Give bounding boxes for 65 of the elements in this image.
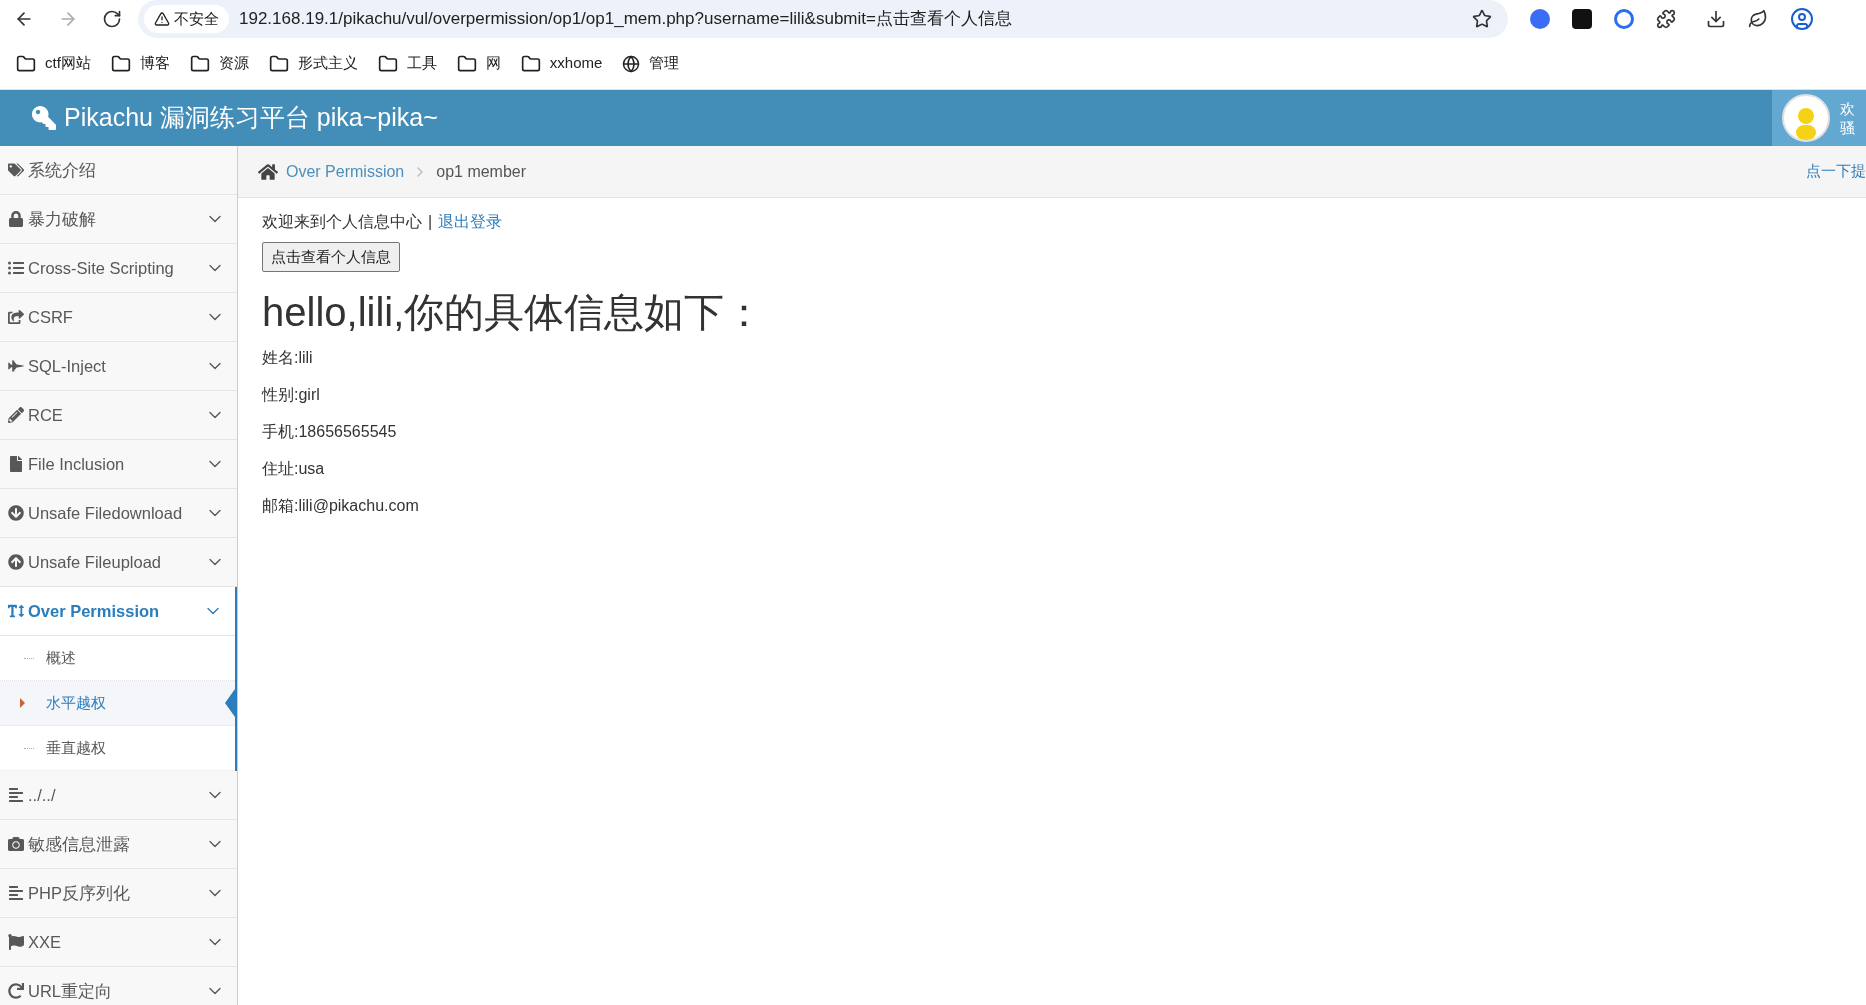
security-chip[interactable]: 不安全 (144, 5, 229, 33)
key-icon (32, 106, 56, 130)
tree-line (24, 747, 34, 749)
download-icon[interactable] (1706, 9, 1726, 29)
info-line: 姓名:lili (262, 348, 314, 368)
folder-icon (377, 53, 398, 74)
tree-line (24, 657, 34, 659)
welcome-text: 欢迎来到个人信息中心 (262, 212, 422, 232)
flag-icon (8, 934, 24, 950)
extension-icon[interactable] (1572, 9, 1592, 29)
share-icon (8, 309, 24, 325)
leaf-icon[interactable] (1748, 9, 1768, 29)
bookmark-star-icon[interactable] (1472, 9, 1492, 29)
logout-link[interactable]: 退出登录 (438, 210, 503, 234)
globe-icon (622, 54, 641, 73)
align-left-icon (8, 787, 24, 803)
tags-icon (8, 162, 24, 178)
folder-icon (456, 53, 477, 74)
profile-icon[interactable] (1790, 7, 1814, 31)
folder-icon (110, 53, 131, 74)
bookmark[interactable]: xxhome (520, 52, 603, 75)
extensions-icon[interactable] (1656, 9, 1676, 29)
hint-link[interactable]: 点一下提 (1806, 160, 1866, 183)
bookmark[interactable]: 网 (456, 52, 501, 75)
bookmark[interactable]: 管理 (622, 52, 680, 75)
align-left-icon (8, 885, 24, 901)
file-icon (8, 456, 24, 472)
jet-icon (8, 358, 24, 374)
bookmark[interactable]: 工具 (377, 52, 437, 75)
url-text: 192.168.19.1/pikachu/vul/overpermission/op1/op1_mem.php?username=lili&submit=点击查看个人信息 (239, 8, 1013, 31)
separator-text: | (428, 212, 433, 232)
site-title: Pikachu 漏洞练习平台 pika~pika~ (64, 102, 439, 134)
extension-icon[interactable] (1530, 9, 1550, 29)
breadcrumb-current: op1 member (436, 161, 527, 182)
view-info-button[interactable]: 点击查看个人信息 (262, 242, 400, 272)
info-line: 性别:girl (262, 385, 321, 405)
avatar-icon (1782, 94, 1830, 142)
lock-icon (8, 211, 24, 227)
sidebar-item[interactable]: URL重定向 (0, 967, 237, 1005)
reload-icon[interactable] (102, 9, 122, 29)
refresh-icon (8, 983, 24, 999)
info-line: 邮箱:lili@pikachu.com (262, 496, 420, 516)
folder-icon (16, 53, 36, 74)
home-icon[interactable] (258, 161, 278, 182)
list-icon (8, 260, 24, 276)
pointer-icon (20, 698, 25, 708)
text-height-icon (8, 603, 24, 619)
address-bar[interactable]: 不安全 192.168.19.1/pikachu/vul/overpermission/op1/op1_mem.php?username=lili&submit=点击查看个人信息 (138, 0, 1508, 38)
folder-icon (189, 53, 210, 74)
submenu-item[interactable]: 水平越权 (0, 681, 235, 726)
camera-icon (8, 836, 24, 852)
warning-icon (154, 11, 170, 27)
bookmark[interactable]: ctf网站 (16, 52, 91, 75)
info-heading: hello,lili,你的具体信息如下： (262, 289, 766, 336)
folder-icon (268, 53, 289, 74)
user-name: 骚 (1840, 118, 1855, 137)
info-line: 住址:usa (262, 459, 326, 479)
folder-icon (520, 53, 541, 74)
pencil-icon (8, 407, 24, 423)
bookmark[interactable]: 资源 (189, 52, 249, 75)
bookmark[interactable]: 形式主义 (268, 52, 358, 75)
info-line: 手机:18656565545 (262, 422, 398, 442)
extension-icon[interactable] (1614, 9, 1634, 29)
user-greeting: 欢 (1840, 99, 1855, 118)
bookmark[interactable]: 博客 (110, 52, 170, 75)
